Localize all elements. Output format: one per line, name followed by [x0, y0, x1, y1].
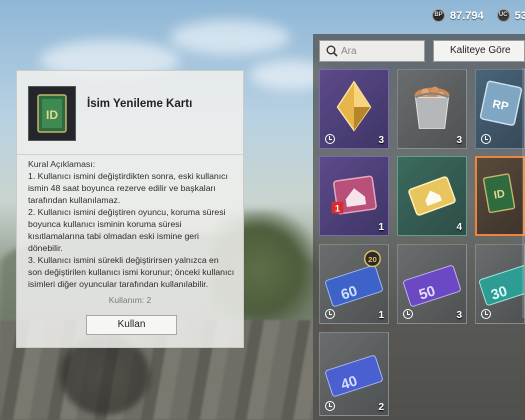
inventory-item-house-card[interactable]: 1 1 [319, 156, 389, 236]
rules-title: Kural Açıklaması: [28, 159, 96, 169]
currency-bar: BP 87.794 UC 53 [432, 9, 525, 22]
item-count: 3 [456, 135, 462, 146]
uc-coin-icon: UC [496, 9, 510, 22]
search-icon [326, 45, 338, 57]
sort-by-quality-button[interactable]: Kaliteye Göre [433, 40, 525, 62]
inventory-item-voucher-30[interactable]: 30 [475, 244, 525, 324]
inventory-item-rename-card[interactable]: ID [475, 156, 525, 236]
inventory-item-voucher-60[interactable]: 60 20 1 [319, 244, 389, 324]
usage-count: Kullanım: 2 [108, 295, 152, 305]
inventory-item-gold-ticket[interactable]: 4 [397, 156, 467, 236]
rule-item: 2. Kullanıcı ismini değiştiren oyuncu, k… [28, 207, 226, 253]
search-box[interactable] [319, 40, 425, 62]
timer-icon [481, 309, 491, 319]
inventory-item-rp-card[interactable]: RP [475, 69, 525, 149]
use-button[interactable]: Kullan [86, 315, 177, 335]
item-count: 3 [456, 310, 462, 321]
inventory-item-popcorn-bucket[interactable]: 3 [397, 69, 467, 149]
item-count: 3 [378, 135, 384, 146]
inventory-item-voucher-50[interactable]: 50 3 [397, 244, 467, 324]
rule-item: 3. Kullanıcı ismini sürekli değiştirirse… [28, 255, 235, 289]
inventory-item-gold-emblem[interactable]: 3 [319, 69, 389, 149]
bp-balance: 87.794 [450, 9, 484, 22]
svg-text:ID: ID [46, 108, 58, 122]
item-detail-header: ID İsim Yenileme Kartı [17, 71, 243, 155]
rename-card-icon: ID [28, 86, 76, 141]
search-input[interactable] [341, 44, 421, 59]
card-badge: 1 [335, 204, 340, 214]
inventory-panel: Kaliteye Göre 3 3 RP 1 [313, 34, 525, 420]
voucher-badge: 20 [368, 255, 377, 264]
timer-icon [325, 401, 335, 411]
rename-card-icon: ID [482, 173, 516, 214]
item-count: 4 [456, 222, 462, 233]
inventory-item-voucher-40[interactable]: 40 2 [319, 332, 389, 416]
item-count: 2 [378, 402, 384, 413]
item-detail-panel: ID İsim Yenileme Kartı Kural Açıklaması:… [16, 70, 244, 348]
item-count: 1 [378, 310, 384, 321]
item-title: İsim Yenileme Kartı [87, 98, 193, 110]
rule-item: 1. Kullanıcı ismini değiştirdikten sonra… [28, 171, 228, 205]
timer-icon [481, 134, 491, 144]
timer-icon [325, 134, 335, 144]
uc-balance: 53 [514, 9, 525, 22]
timer-icon [325, 309, 335, 319]
timer-icon [403, 309, 413, 319]
svg-text:ID: ID [493, 188, 506, 202]
bp-coin-icon: BP [432, 9, 445, 22]
item-count: 1 [378, 222, 384, 233]
rules-text: Kural Açıklaması: 1. Kullanıcı ismini de… [17, 155, 243, 290]
